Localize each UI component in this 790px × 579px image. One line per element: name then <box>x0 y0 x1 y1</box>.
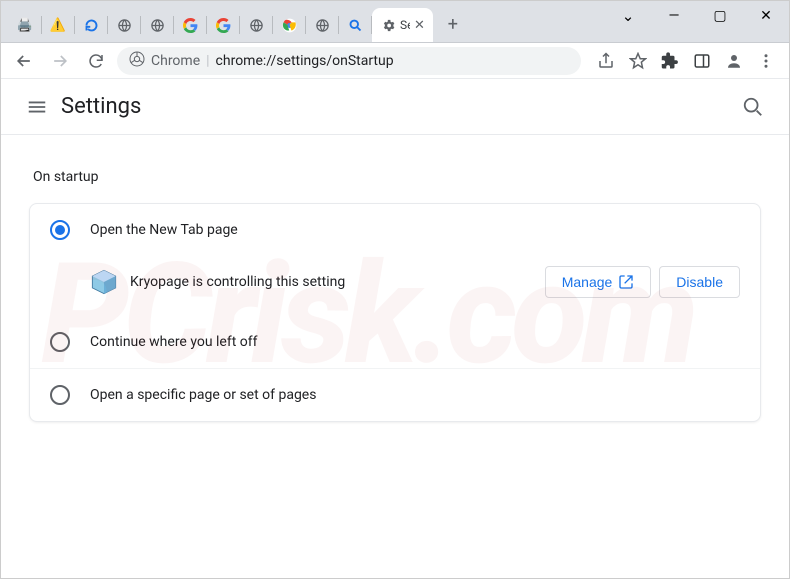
forward-button[interactable] <box>45 46 75 76</box>
tab-title: Settings - On startup <box>400 18 410 32</box>
disable-button[interactable]: Disable <box>659 266 740 298</box>
tab-item[interactable] <box>273 8 305 42</box>
omnibox-url: chrome://settings/onStartup <box>216 53 394 69</box>
page-title: Settings <box>61 94 141 119</box>
settings-content: On startup Open the New Tab page Kryopag… <box>1 135 789 446</box>
radio-unselected[interactable] <box>50 385 70 405</box>
back-button[interactable] <box>9 46 39 76</box>
tab-item[interactable] <box>141 8 173 42</box>
tabs-overflow-button[interactable]: ⌄ <box>605 1 651 31</box>
option-new-tab[interactable]: Open the New Tab page <box>30 204 760 256</box>
address-bar: Chrome | chrome://settings/onStartup <box>1 43 789 79</box>
google-icon <box>215 17 231 33</box>
tab-item[interactable] <box>240 8 272 42</box>
tab-strip: 🖨️ ⚠️ <box>9 1 605 42</box>
external-link-icon <box>618 274 634 290</box>
refresh-icon <box>83 17 99 33</box>
disable-label: Disable <box>676 274 723 290</box>
omnibox[interactable]: Chrome | chrome://settings/onStartup <box>117 47 581 75</box>
startup-options-card: Open the New Tab page Kryopage is contro… <box>29 203 761 422</box>
globe-icon <box>248 17 264 33</box>
tab-active[interactable]: Settings - On startup ✕ <box>372 8 433 42</box>
extension-control-notice: Kryopage is controlling this setting Man… <box>30 256 760 316</box>
settings-search-button[interactable] <box>733 87 773 127</box>
settings-favicon <box>380 17 396 33</box>
radio-selected[interactable] <box>50 220 70 240</box>
tab-item[interactable] <box>75 8 107 42</box>
warning-icon: ⚠️ <box>50 17 66 33</box>
menu-button[interactable] <box>751 46 781 76</box>
tab-item[interactable]: 🖨️ <box>9 8 41 42</box>
window-controls: ⌄ — ▢ ✕ <box>605 1 789 42</box>
google-icon <box>182 17 198 33</box>
omnibox-chip: Chrome <box>151 53 200 69</box>
reload-button[interactable] <box>81 46 111 76</box>
tab-item[interactable] <box>306 8 338 42</box>
chrome-chip-icon <box>129 51 145 71</box>
profile-button[interactable] <box>719 46 749 76</box>
window-titlebar: 🖨️ ⚠️ <box>1 1 789 43</box>
extensions-button[interactable] <box>655 46 685 76</box>
share-button[interactable] <box>591 46 621 76</box>
radio-label: Continue where you left off <box>90 334 258 350</box>
globe-icon <box>314 17 330 33</box>
sidepanel-button[interactable] <box>687 46 717 76</box>
manage-label: Manage <box>562 274 613 290</box>
printer-icon: 🖨️ <box>17 17 33 33</box>
new-tab-button[interactable]: + <box>439 11 467 39</box>
tab-item[interactable] <box>207 8 239 42</box>
page-header: Settings <box>1 79 789 135</box>
bookmark-button[interactable] <box>623 46 653 76</box>
tab-item[interactable] <box>174 8 206 42</box>
tab-close-icon[interactable]: ✕ <box>414 18 425 33</box>
radio-unselected[interactable] <box>50 332 70 352</box>
option-continue[interactable]: Continue where you left off <box>30 316 760 368</box>
window-minimize-button[interactable]: — <box>651 1 697 31</box>
radio-label: Open a specific page or set of pages <box>90 387 316 403</box>
window-close-button[interactable]: ✕ <box>743 1 789 31</box>
option-specific-pages[interactable]: Open a specific page or set of pages <box>30 368 760 421</box>
globe-icon <box>149 17 165 33</box>
globe-icon <box>116 17 132 33</box>
hamburger-menu-button[interactable] <box>17 87 57 127</box>
radio-label: Open the New Tab page <box>90 222 238 238</box>
tab-item[interactable] <box>108 8 140 42</box>
tab-item[interactable]: ⚠️ <box>42 8 74 42</box>
extension-cube-icon <box>90 268 118 296</box>
extension-notice-text: Kryopage is controlling this setting <box>130 274 537 290</box>
chrome-icon <box>281 17 297 33</box>
window-maximize-button[interactable]: ▢ <box>697 1 743 31</box>
omnibox-separator: | <box>206 53 209 69</box>
search-icon <box>347 17 363 33</box>
section-title: On startup <box>33 169 757 185</box>
manage-button[interactable]: Manage <box>545 266 652 298</box>
tab-item[interactable] <box>339 8 371 42</box>
